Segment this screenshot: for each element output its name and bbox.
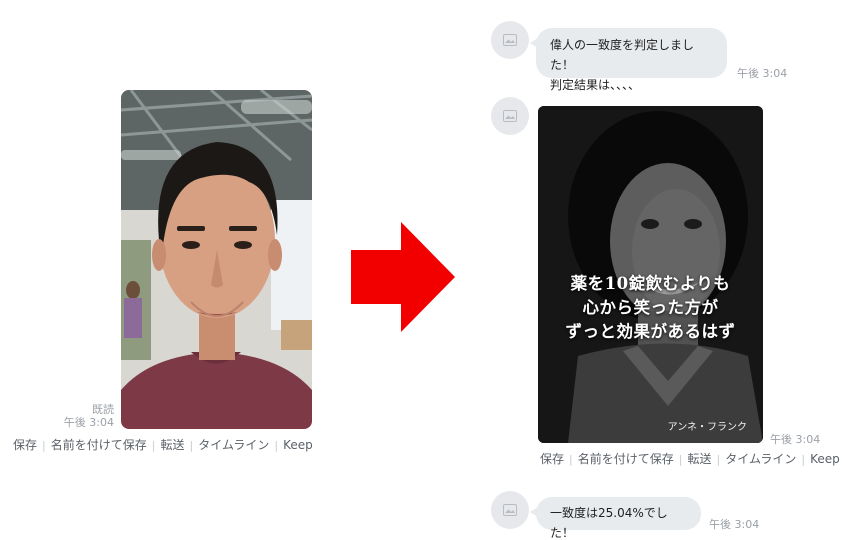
action-separator: |	[801, 453, 806, 466]
quote-text: 薬を10錠飲むよりも 心から笑った方が ずっと効果があるはず	[538, 272, 763, 344]
sender-avatar[interactable]	[491, 491, 529, 529]
action-separator: |	[569, 453, 573, 466]
sent-photo[interactable]	[121, 90, 312, 429]
action-separator: |	[274, 439, 279, 452]
image-placeholder-icon	[503, 504, 517, 516]
image-placeholder-icon	[503, 34, 517, 46]
forward-action[interactable]: 転送	[160, 438, 184, 452]
message-time: 午後 3:04	[63, 416, 114, 429]
action-separator: |	[716, 453, 721, 466]
save-action[interactable]: 保存	[13, 438, 37, 452]
message-time: 午後 3:04	[737, 67, 788, 80]
action-separator: |	[151, 439, 156, 452]
timeline-action[interactable]: タイムライン	[725, 452, 796, 466]
quote-line: 薬を10錠飲むよりも	[570, 274, 731, 293]
message-bubble[interactable]: 一致度は25.04%でした！	[530, 497, 701, 540]
save-action[interactable]: 保存	[540, 452, 564, 466]
action-separator: |	[42, 439, 46, 452]
message-time: 午後 3:04	[770, 433, 821, 446]
read-status: 既読	[92, 403, 114, 416]
quote-line: 心から笑った方が	[582, 298, 719, 317]
sender-avatar[interactable]	[491, 21, 529, 59]
sender-avatar[interactable]	[491, 97, 529, 135]
timeline-action[interactable]: タイムライン	[198, 438, 269, 452]
message-text: 偉人の一致度を判定しました！	[550, 38, 695, 72]
quote-image[interactable]: 薬を10錠飲むよりも 心から笑った方が ずっと効果があるはず アンネ・フランク	[538, 106, 763, 443]
message-text: 一致度は25.04%でした！	[550, 506, 668, 540]
save-as-action[interactable]: 名前を付けて保存	[578, 452, 674, 466]
save-as-action[interactable]: 名前を付けて保存	[51, 438, 147, 452]
keep-action[interactable]: Keep	[283, 438, 313, 452]
action-separator: |	[189, 439, 194, 452]
image-placeholder-icon	[503, 110, 517, 122]
message-text: 判定結果は、、、、	[550, 78, 641, 92]
quote-author: アンネ・フランク	[667, 422, 747, 433]
message-time: 午後 3:04	[709, 518, 760, 531]
quote-line: ずっと効果があるはず	[565, 322, 736, 341]
image-action-bar: 保存 | 名前を付けて保存 | 転送 | タイムライン | Keep	[13, 436, 313, 453]
message-bubble[interactable]: 偉人の一致度を判定しました！ 判定結果は、、、、	[530, 28, 727, 92]
image-action-bar: 保存 | 名前を付けて保存 | 転送 | タイムライン | Keep	[540, 450, 840, 467]
keep-action[interactable]: Keep	[810, 452, 840, 466]
arrow-right-icon	[351, 222, 455, 332]
forward-action[interactable]: 転送	[687, 452, 711, 466]
action-separator: |	[678, 453, 683, 466]
